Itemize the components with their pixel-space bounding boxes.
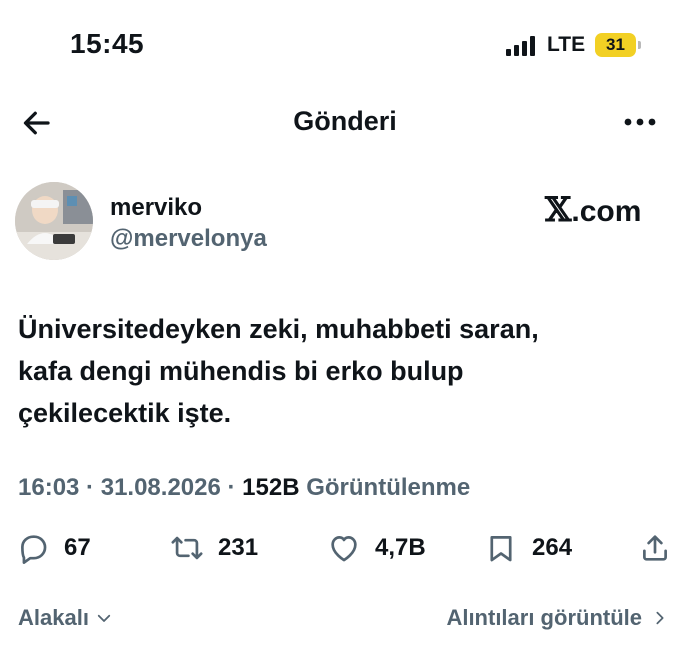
status-bar: 15:45 LTE 31 — [0, 0, 690, 90]
more-button[interactable] — [618, 107, 662, 137]
page-title: Gönderi — [293, 106, 397, 136]
post-actions: 67 231 4,7B 264 — [0, 525, 690, 571]
view-quotes-link[interactable]: Alıntıları görüntüle — [446, 605, 668, 631]
battery-icon: 31 — [595, 33, 641, 57]
nav-bar: Gönderi — [0, 95, 690, 150]
chevron-down-icon — [97, 614, 111, 622]
repost-icon — [171, 536, 203, 560]
network-label: LTE — [547, 33, 586, 56]
bookmark-icon — [490, 536, 512, 562]
display-name[interactable]: merviko — [110, 194, 202, 222]
post-text-line: çekilecektik işte. — [18, 398, 232, 428]
sort-label: Alakalı — [18, 605, 89, 630]
more-horizontal-icon — [624, 118, 656, 126]
user-handle[interactable]: @mervelonya — [110, 225, 267, 253]
quotes-label: Alıntıları görüntüle — [446, 605, 642, 630]
post-author: merviko @mervelonya 𝕏.com — [0, 180, 690, 265]
post-time[interactable]: 16:03 — [18, 474, 79, 501]
repost-count: 231 — [218, 534, 259, 561]
reply-count: 67 — [64, 534, 91, 561]
replies-footer: Alakalı Alıntıları görüntüle — [0, 600, 690, 640]
share-icon — [643, 535, 667, 561]
bookmark-button[interactable]: 264 — [484, 525, 572, 571]
status-time: 15:45 — [70, 28, 145, 59]
post-text-line: kafa dengi mühendis bi erko bulup — [18, 356, 464, 386]
reply-icon — [21, 535, 47, 564]
battery-level: 31 — [606, 35, 625, 54]
meta-separator: · — [220, 474, 243, 501]
reply-button[interactable]: 67 — [16, 525, 91, 571]
x-com-watermark: 𝕏.com — [545, 190, 641, 230]
views-count: 152B — [242, 474, 300, 501]
avatar-image — [15, 182, 93, 260]
chevron-right-icon — [656, 611, 664, 625]
repost-button[interactable]: 231 — [170, 525, 258, 571]
x-logo-icon: 𝕏 — [545, 190, 572, 230]
post-text: Üniversitedeyken zeki, muhabbeti saran, … — [18, 308, 668, 434]
views-label: Görüntülenme — [299, 474, 471, 501]
signal-icon — [506, 36, 538, 56]
post-text-line: Üniversitedeyken zeki, muhabbeti saran, — [18, 314, 539, 344]
post-date[interactable]: 31.08.2026 — [101, 474, 221, 501]
post-meta: 16:03 · 31.08.2026 · 152B Görüntülenme — [18, 474, 470, 502]
like-count: 4,7B — [375, 534, 426, 561]
watermark-text: .com — [571, 195, 642, 228]
avatar[interactable] — [15, 182, 93, 260]
heart-icon — [331, 536, 357, 562]
share-button[interactable] — [638, 525, 672, 571]
like-button[interactable]: 4,7B — [327, 525, 426, 571]
meta-separator: · — [79, 474, 101, 501]
sort-dropdown[interactable]: Alakalı — [18, 605, 113, 631]
bookmark-count: 264 — [532, 534, 573, 561]
